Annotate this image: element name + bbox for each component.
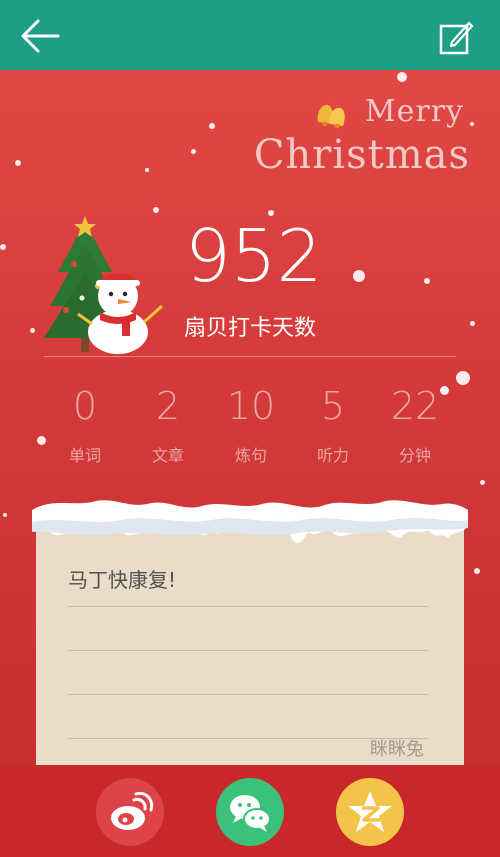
study-stats: 0 单词 2 文章 10 炼句 5 听力 22 分钟 [44,384,456,466]
stat-label: 文章 [151,446,184,465]
bells-icon [317,96,345,129]
stat-value: 0 [72,384,98,428]
stat-value: 22 [390,384,440,428]
christmas-tree-snowman-illustration [44,216,163,354]
stat-words: 0 单词 [44,384,126,466]
note-ruled-line [68,606,428,607]
note-ruled-line [68,694,428,695]
stat-label: 单词 [68,446,101,465]
stat-minutes: 22 分钟 [374,384,456,466]
edit-note-icon [439,21,474,55]
back-button[interactable] [18,16,62,56]
christmas-text: Christmas [253,132,470,178]
stat-sentences: 10 炼句 [210,384,292,466]
note-message: 马丁快康复! [68,568,177,592]
merry-christmas-banner: Merry Christmas [254,94,470,184]
stat-value: 5 [320,384,346,428]
weibo-icon [111,791,154,830]
snow-cap [32,500,468,544]
stat-label: 炼句 [234,446,267,465]
top-bar [0,0,500,70]
divider [44,356,456,357]
arrow-left-icon [21,19,60,53]
note-author: 眯眯兔 [370,739,424,760]
share-qzone-button[interactable] [336,778,404,846]
stat-label: 分钟 [398,446,431,465]
share-weibo-button[interactable] [96,778,164,846]
note-ruled-line [68,650,428,651]
stat-label: 听力 [316,446,349,465]
qzone-icon [348,791,392,832]
stat-listening: 5 听力 [292,384,374,466]
share-wechat-button[interactable] [216,778,284,846]
checkin-days-label: 扇贝打卡天数 [183,316,316,341]
checkin-days-count: 952 [185,214,323,298]
merry-text: Merry [364,94,464,129]
edit-button[interactable] [438,18,474,56]
stat-value: 2 [155,384,181,428]
wechat-icon [230,795,271,832]
note-card[interactable]: 马丁快康复! 眯眯兔 [32,492,468,770]
stat-articles: 2 文章 [127,384,209,466]
stat-value: 10 [226,384,276,428]
